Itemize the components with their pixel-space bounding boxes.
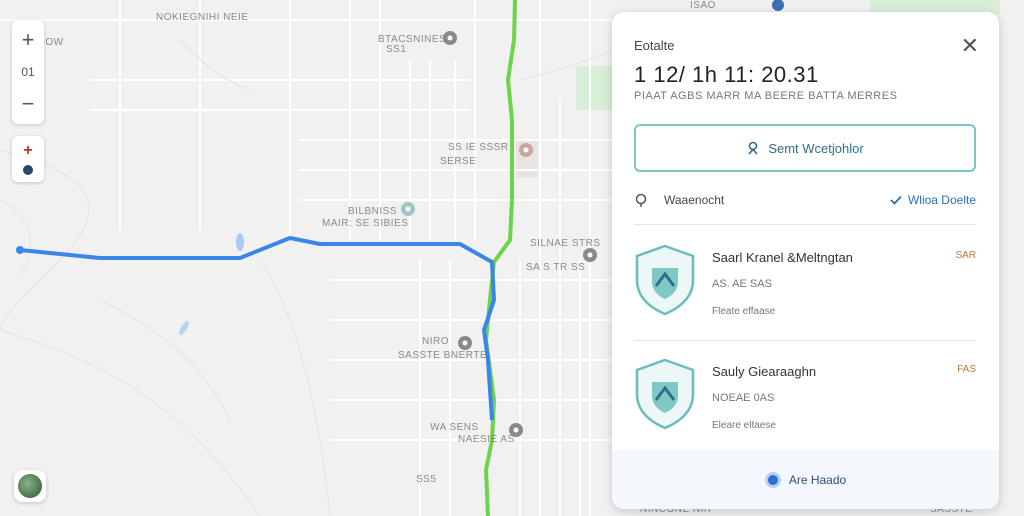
map-label: SASSTE BNERTE xyxy=(398,350,487,361)
share-icon xyxy=(748,141,758,155)
route-details-panel: Eotalte ✕ 1 12/ 1h 11: 20.31 PIAAT AGBS … xyxy=(612,12,999,509)
map-label: WA SENS xyxy=(430,422,479,433)
waypoint-label: Waaenocht xyxy=(664,193,725,207)
map-pin-icon[interactable] xyxy=(583,248,597,262)
place-badge: FAS xyxy=(957,364,976,375)
pin-icon xyxy=(635,193,647,207)
divider xyxy=(634,224,976,225)
place-detail: NOEAE 0AS xyxy=(712,392,775,404)
map-label: SILNAE STRS xyxy=(530,238,601,249)
place-meta: Eleare eltaese xyxy=(712,420,776,431)
map-label: SA S TR SS xyxy=(526,262,585,273)
park-area xyxy=(576,66,612,110)
route-summary: PIAAT AGBS MARR MA BEERE BATTA MERRES xyxy=(634,90,898,102)
close-button[interactable]: ✕ xyxy=(961,35,979,57)
map-label: SS1 xyxy=(386,44,406,55)
send-route-button[interactable]: Semt Wcetjohlor xyxy=(634,124,976,172)
map-label: NAESIE AS xyxy=(458,434,515,445)
zoom-control: + 01 − xyxy=(12,20,44,124)
route-start-marker[interactable] xyxy=(16,246,24,254)
place-item[interactable]: Sauly Giearaaghn FAS NOEAE 0AS Eleare el… xyxy=(634,358,976,448)
avatar xyxy=(18,474,42,498)
map-label: SERSE xyxy=(440,156,476,167)
zoom-level: 01 xyxy=(21,65,35,79)
details-link-label: Wlioa Doelte xyxy=(907,193,976,207)
zoom-in-button[interactable]: + xyxy=(12,26,44,54)
panel-title: Eotalte xyxy=(634,38,675,53)
user-avatar-button[interactable] xyxy=(14,470,46,502)
map-label: MAIR: SE SIBIES xyxy=(322,218,408,229)
map-label: BILBNISS xyxy=(348,206,397,217)
details-link[interactable]: Wlioa Doelte xyxy=(890,193,976,207)
water-feature xyxy=(236,233,244,251)
map-pin-icon[interactable] xyxy=(519,143,533,157)
map-pin-icon[interactable] xyxy=(458,336,472,350)
route-time: 1 12/ 1h 11: 20.31 xyxy=(634,62,819,87)
waypoint-row: Waaenocht Wlioa Doelte xyxy=(634,188,976,212)
place-detail: AS. AE SAS xyxy=(712,278,772,290)
send-button-label: Semt Wcetjohlor xyxy=(768,140,864,156)
map-label: SS IE SSSR xyxy=(448,142,509,153)
my-location-button[interactable] xyxy=(23,164,33,175)
shield-icon xyxy=(635,358,695,430)
zoom-out-button[interactable]: − xyxy=(12,90,44,118)
place-name: Sauly Giearaaghn xyxy=(712,364,817,379)
divider xyxy=(634,340,976,341)
shield-icon xyxy=(635,244,695,316)
map-label: SS5 xyxy=(416,474,436,485)
map-label: NIRO xyxy=(422,336,449,347)
footer-label: Are Haado xyxy=(788,472,847,487)
map-label: NOKIEGNIHI NEIE xyxy=(156,12,249,23)
footer-button[interactable]: Are Haado xyxy=(612,450,999,509)
location-dot-icon xyxy=(764,471,781,488)
map-pin-icon[interactable] xyxy=(401,202,415,216)
location-control: + xyxy=(12,136,44,182)
map-label: ISAO xyxy=(690,0,716,11)
place-meta: Fleate effaase xyxy=(712,306,776,317)
place-name: Saarl Kranel &Meltngtan xyxy=(712,250,853,265)
place-badge: SAR xyxy=(955,250,976,261)
check-icon xyxy=(890,195,902,205)
place-item[interactable]: Saarl Kranel &Meltngtan SAR AS. AE SAS F… xyxy=(634,244,976,334)
add-marker-button[interactable]: + xyxy=(23,142,32,158)
